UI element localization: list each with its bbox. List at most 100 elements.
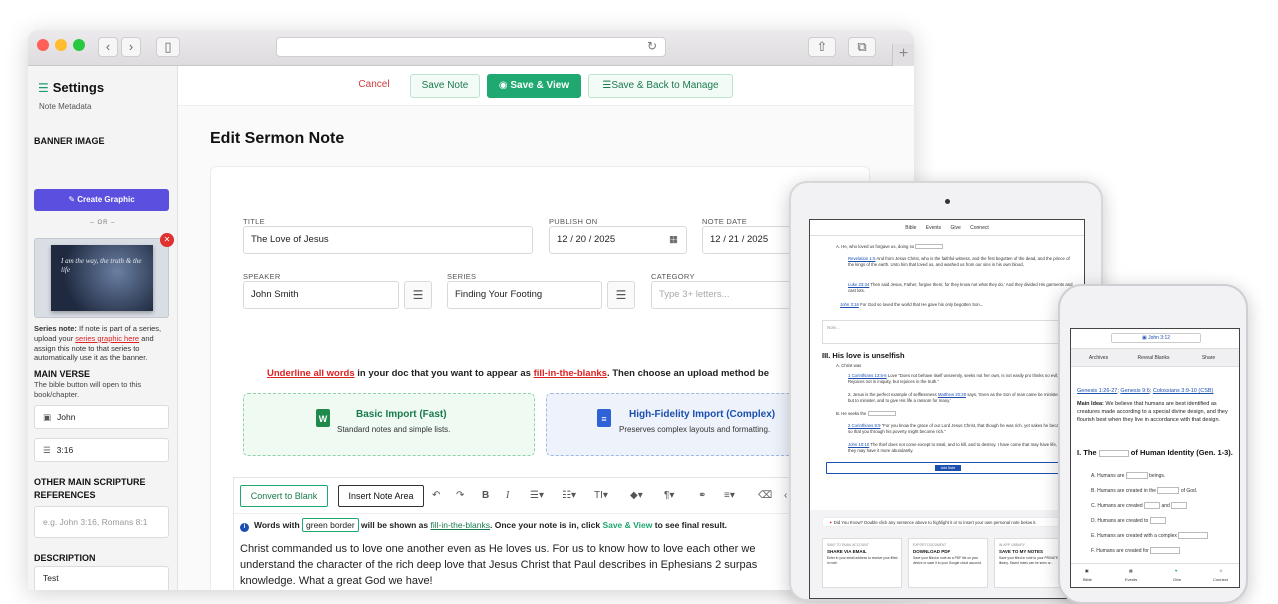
tablet-download-pdf-card[interactable]: EXPORT DOCUMENT DOWNLOAD PDF Save your f… (908, 538, 988, 588)
paragraph-icon[interactable]: ¶▾ (664, 490, 674, 501)
share-icon[interactable]: ⇧ (808, 37, 836, 57)
speaker-input[interactable]: John Smith (243, 281, 399, 309)
sidebar-toggle-icon[interactable]: ▯ (156, 37, 180, 57)
description-textarea[interactable]: Test (34, 566, 169, 590)
phone-heading-blank[interactable] (1098, 449, 1129, 457)
tablet-c2-ref[interactable]: Matthew 20:28 (938, 392, 966, 397)
tablet-p2-ref[interactable]: Luke 23:34 (848, 282, 869, 287)
settings-title-text: Settings (52, 80, 105, 95)
italic-icon[interactable]: I (506, 490, 509, 501)
maximize-window-button[interactable] (73, 39, 85, 51)
phone-blank-c1[interactable] (1144, 502, 1161, 509)
phone-blank-c2[interactable] (1171, 502, 1188, 509)
tablet-c1: A. Christ was (836, 363, 862, 368)
tablet-did-you-know: ✦ Did You Know? Double click any sentenc… (822, 517, 1074, 527)
phone-nav-give-icon[interactable]: ♥ (1175, 568, 1177, 573)
cancel-button[interactable]: Cancel (346, 74, 402, 98)
tablet-share-email-card[interactable]: SAVE TO EMAIL ACCOUNT SHARE VIA EMAIL En… (822, 538, 902, 588)
tablet-p1-ref[interactable]: Revelation 1:5 (848, 256, 875, 261)
tablet-d2-ref[interactable]: John 10:10 (848, 442, 869, 447)
phone-nav-bible-icon[interactable]: ▣ (1085, 568, 1089, 573)
create-graphic-button[interactable]: ✎ Create Graphic (34, 189, 169, 211)
high-fidelity-import-button[interactable]: ≡ High-Fidelity Import (Complex) Preserv… (546, 393, 806, 456)
phone-tab-reveal-blanks[interactable]: Reveal Blanks (1126, 349, 1181, 367)
phone-ref-3[interactable]: Colossians 3:9-10 (CSB) (1153, 388, 1214, 394)
tablet-c1-ref[interactable]: 1 Corinthians 13:5-6 (848, 373, 887, 378)
insert-note-area-button[interactable]: Insert Note Area (338, 485, 424, 507)
phone-blank-a[interactable] (1125, 472, 1148, 479)
save-and-back-label: Save & Back to Manage (611, 80, 719, 91)
new-tab-icon[interactable]: + (892, 44, 914, 66)
phone-ref-2[interactable]: Genesis 9:6 (1120, 388, 1149, 394)
minimize-window-button[interactable] (55, 39, 67, 51)
tablet-d1-ref[interactable]: 2 Corinthians 8:9 (848, 423, 881, 428)
phone-main-idea: Main Idea: We believe that humans are be… (1077, 401, 1235, 425)
tablet-add-note-field[interactable]: Add Note (826, 462, 1070, 474)
phone-verse-button[interactable]: ▣ John 3:12 (1111, 333, 1201, 343)
main-verse-heading: MAIN VERSE (34, 369, 91, 379)
redo-icon[interactable]: ↷ (456, 490, 464, 501)
tablet-device: Bible Events Give Connect A. He, who lov… (789, 181, 1103, 601)
save-and-view-button[interactable]: ◉ Save & View (487, 74, 581, 98)
tablet-nav-give[interactable]: Give (950, 225, 960, 231)
phone-nav-events-icon[interactable]: ▦ (1129, 568, 1133, 573)
forward-icon[interactable]: › (121, 37, 141, 57)
bold-icon[interactable]: B (482, 490, 489, 501)
text-size-icon[interactable]: TI▾ (594, 490, 608, 501)
phone-heading: I. The of Human Identity (Gen. 1-3). (1077, 448, 1237, 459)
phone-screen: ▣ John 3:12 Archives Reveal Blanks Share G… (1070, 328, 1240, 588)
bullet-list-icon[interactable]: ☰▾ (530, 490, 544, 501)
tablet-b-ref[interactable]: John 3:16 (840, 302, 859, 307)
reload-icon[interactable]: ↻ (647, 39, 657, 53)
phone-blank-d[interactable] (1149, 517, 1166, 524)
tablet-blank-2[interactable] (867, 411, 896, 417)
tablet-blank[interactable] (915, 244, 944, 250)
address-bar[interactable]: ↻ (276, 37, 666, 57)
phone-blank-b[interactable] (1157, 487, 1180, 494)
note-editor[interactable]: Convert to Blank Insert Note Area ↶ ↷ B … (233, 477, 824, 590)
tablet-nav-events[interactable]: Events (926, 225, 941, 231)
tablet-nav-connect[interactable]: Connect (970, 225, 989, 231)
title-input[interactable]: The Love of Jesus (243, 226, 533, 254)
tablet-note-box[interactable]: Note... (822, 320, 1074, 344)
category-input[interactable]: Type 3+ letters... (651, 281, 811, 309)
back-icon[interactable]: ‹ (98, 37, 118, 57)
undo-icon[interactable]: ↶ (432, 490, 440, 501)
link-icon[interactable]: ⚭ (698, 490, 706, 501)
tabs-icon[interactable]: ⧉ (848, 37, 876, 57)
tablet-d2-text: The thief does not come except to steal,… (848, 442, 1074, 454)
close-window-button[interactable] (37, 39, 49, 51)
phone-tab-share[interactable]: Share (1181, 349, 1236, 367)
tablet-add-note-button[interactable]: Add Note (935, 465, 961, 471)
tablet-b-line: John 3:16 For God so loved the world tha… (840, 302, 1076, 308)
numbered-list-icon[interactable]: ☷▾ (562, 490, 576, 501)
basic-import-button[interactable]: W Basic Import (Fast) Standard notes and… (243, 393, 535, 456)
note-date-input[interactable]: 12 / 21 / 2025 (702, 226, 802, 254)
phone-ref-1[interactable]: Genesis 1:26-27 (1077, 388, 1117, 394)
tablet-nav-bible[interactable]: Bible (905, 225, 916, 231)
save-note-button[interactable]: Save Note (410, 74, 480, 98)
series-input[interactable]: Finding Your Footing (447, 281, 602, 309)
tablet-p2-text: Then said Jesus, Father, forgive them; f… (848, 282, 1073, 294)
phone-tab-archives[interactable]: Archives (1071, 349, 1126, 367)
calendar-icon[interactable]: ▦ (669, 227, 678, 253)
align-icon[interactable]: ≡▾ (724, 490, 735, 501)
banner-image-preview: I am the way, the truth & the life ✕ (34, 233, 174, 318)
series-graphic-link[interactable]: series graphic here (75, 334, 139, 343)
series-list-icon[interactable]: ☰ (607, 281, 635, 309)
other-scripture-input[interactable]: e.g. John 3:16, Romans 8:1 (34, 506, 169, 538)
phone-blank-f[interactable] (1150, 547, 1181, 554)
editor-body-text[interactable]: Christ commanded us to love one another … (240, 542, 800, 590)
remove-banner-icon[interactable]: ✕ (160, 233, 174, 247)
clear-format-icon[interactable]: ⌫ (758, 490, 772, 501)
save-and-back-button[interactable]: ☰Save & Back to Manage (588, 74, 733, 98)
speaker-list-icon[interactable]: ☰ (404, 281, 432, 309)
book-field[interactable]: ▣ John (34, 405, 169, 429)
chapter-verse-field[interactable]: ☰ 3:16 (34, 438, 169, 462)
publish-on-input[interactable]: 12 / 20 / 2025 ▦ (549, 226, 687, 254)
phone-nav-connect-icon[interactable]: ☺ (1219, 568, 1223, 573)
convert-to-blank-button[interactable]: Convert to Blank (240, 485, 328, 507)
color-icon[interactable]: ◆▾ (630, 490, 643, 501)
more-icon[interactable]: ‹ (784, 490, 787, 501)
phone-blank-e[interactable] (1178, 532, 1209, 539)
